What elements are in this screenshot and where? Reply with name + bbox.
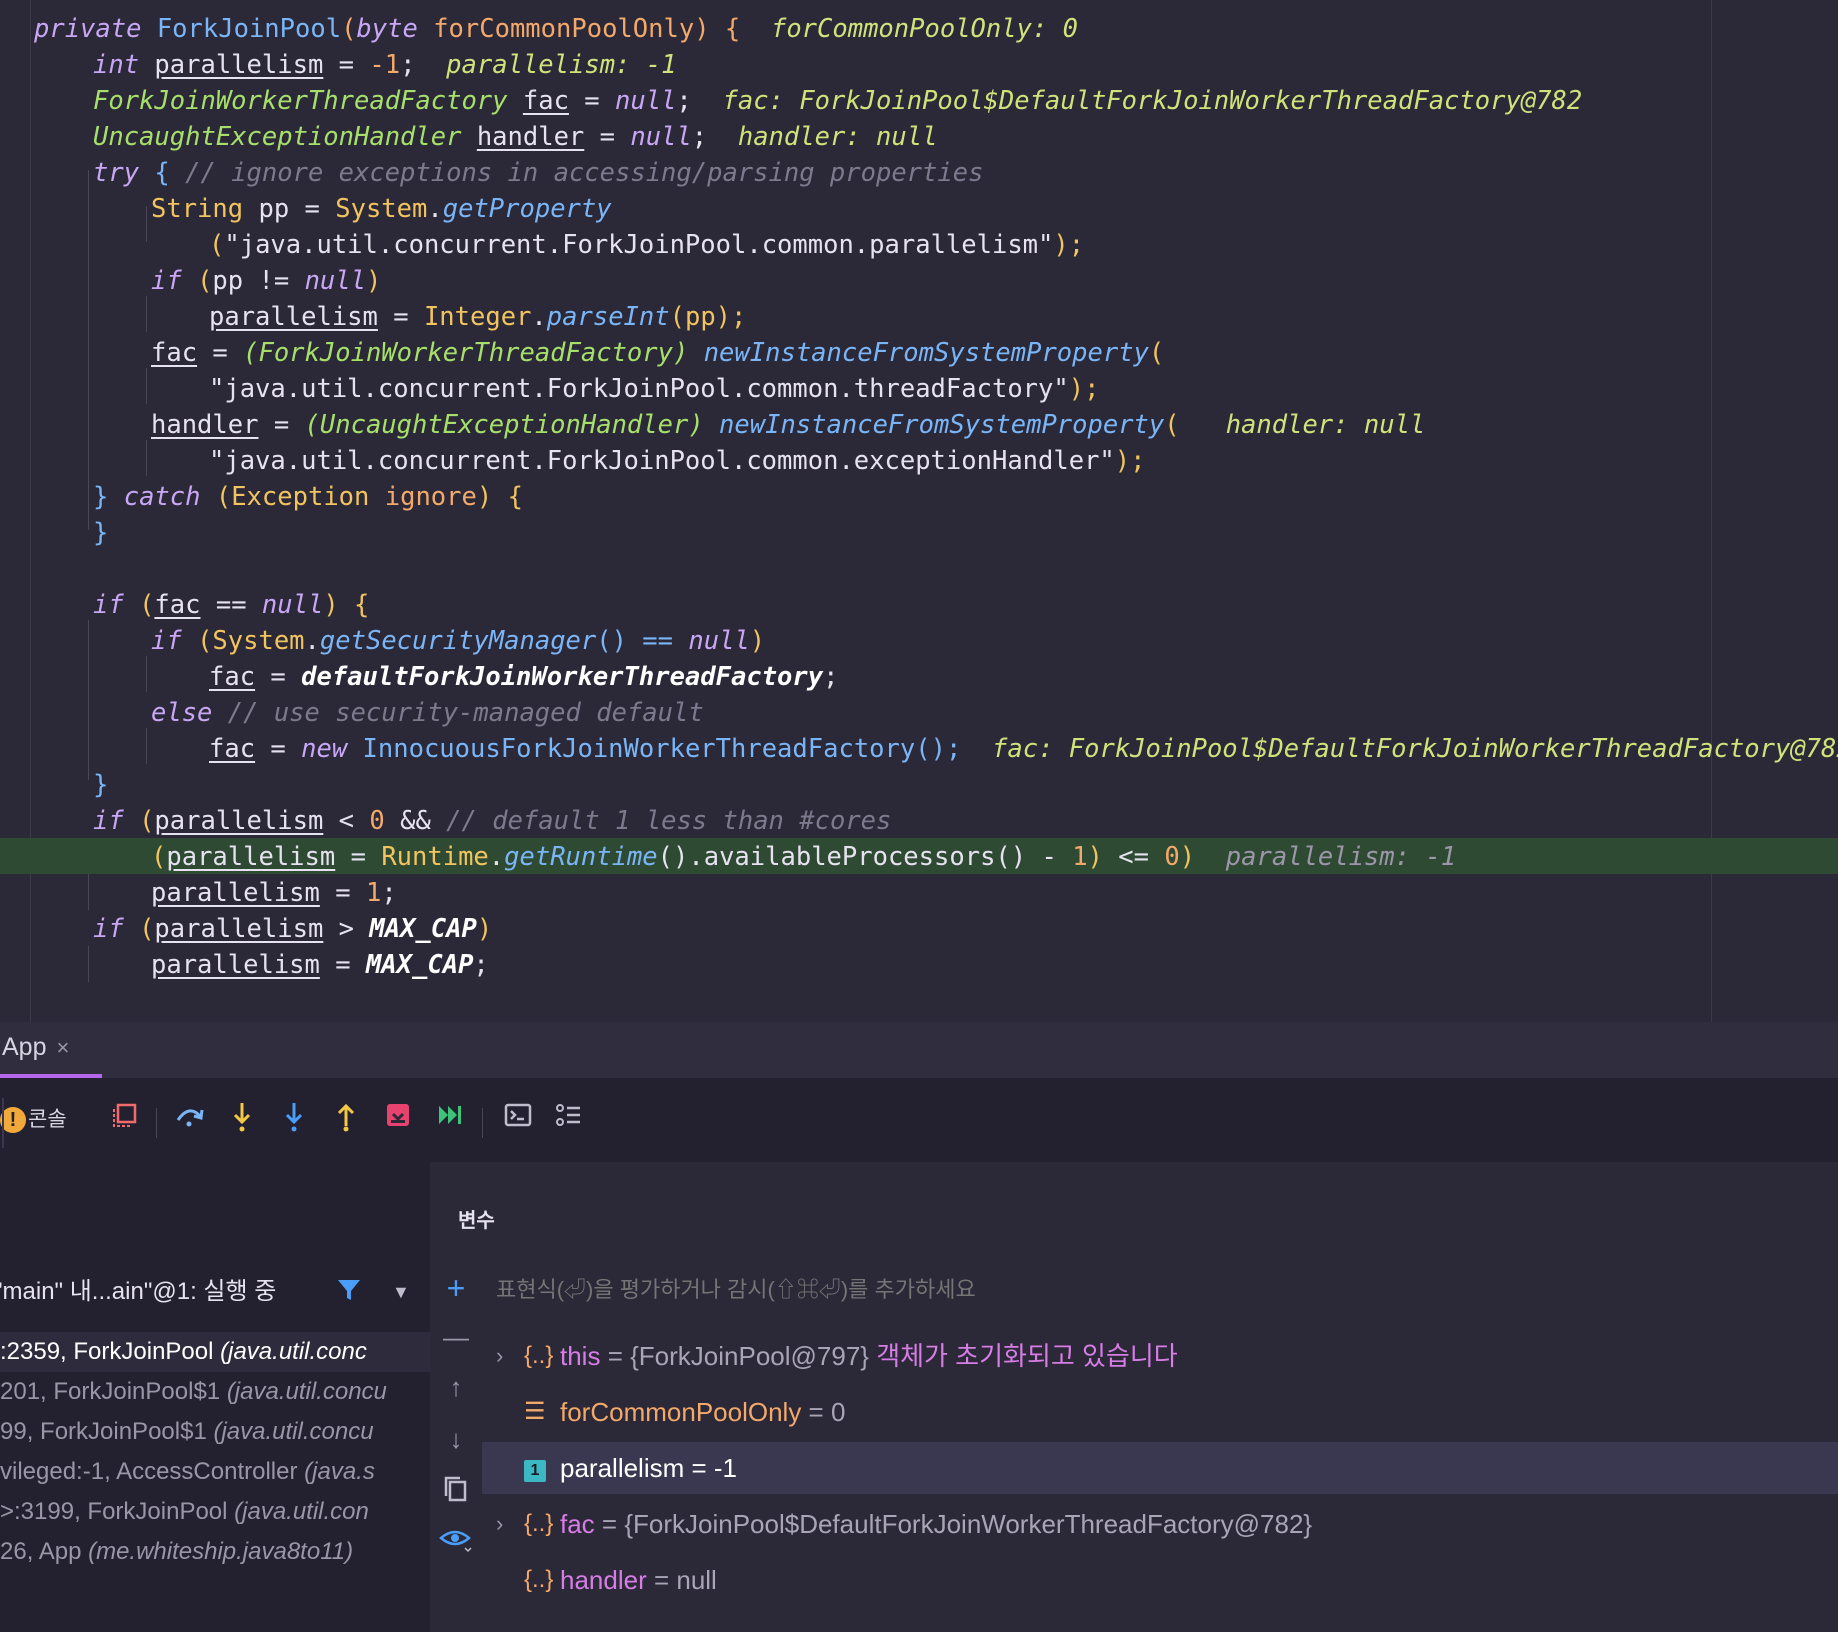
chevron-right-icon[interactable]: › xyxy=(496,1498,503,1550)
code-line-23-current: (parallelism = Runtime.getRuntime().avai… xyxy=(151,842,1457,872)
object-icon: {..} xyxy=(524,1342,554,1369)
code-line-25: if (parallelism > MAX_CAP) xyxy=(93,914,493,944)
variables-title: 변수 xyxy=(458,1210,495,1232)
code-editor[interactable]: private ForkJoinPool(byte forCommonPoolO… xyxy=(0,0,1838,1022)
indent-guide xyxy=(88,874,89,910)
divider xyxy=(482,1108,483,1138)
tab-app[interactable]: App × xyxy=(0,1022,102,1078)
indent-guide xyxy=(146,440,147,476)
primitive-icon: 1 xyxy=(524,1442,546,1494)
inline-value-hint: handler: null xyxy=(1225,410,1426,440)
tab-label: App xyxy=(2,1033,47,1061)
inline-value-hint: parallelism: -1 xyxy=(446,50,677,80)
eye-icon[interactable] xyxy=(430,1524,482,1561)
console-button[interactable]: ! 콘솔 xyxy=(0,1100,70,1140)
arrow-up-icon[interactable]: ↑ xyxy=(430,1372,482,1403)
code-line-8: if (pp != null) xyxy=(151,266,382,296)
threads-list-icon[interactable] xyxy=(550,1100,586,1140)
run-to-cursor-icon[interactable] xyxy=(432,1100,468,1140)
indent-guide xyxy=(88,620,89,780)
inline-value-hint: forCommonPoolOnly: 0 xyxy=(770,14,1079,44)
stack-frame[interactable]: 26, App (me.whiteship.java8to11) xyxy=(0,1532,430,1572)
copy-icon[interactable] xyxy=(430,1474,482,1511)
code-line-24: parallelism = 1; xyxy=(151,878,397,908)
variable-row-forCommonPoolOnly[interactable]: ☰ forCommonPoolOnly = 0 xyxy=(482,1386,1838,1438)
remove-watch-icon[interactable]: — xyxy=(430,1322,482,1353)
variable-row-fac[interactable]: › {..} fac = {ForkJoinPool$DefaultForkJo… xyxy=(482,1498,1838,1550)
code-line-21: } xyxy=(93,770,109,800)
indent-guide xyxy=(146,728,147,764)
variable-row-handler[interactable]: {..} handler = null xyxy=(482,1554,1838,1606)
debug-tool-window: App × ! 콘솔 "main" 내...ain"@1: 실행 중 ▼:23… xyxy=(0,1022,1838,1632)
code-line-13: "java.util.concurrent.ForkJoinPool.commo… xyxy=(209,446,1146,476)
code-line-16: if (fac == null) { xyxy=(93,590,370,620)
drop-frame-icon[interactable] xyxy=(380,1100,416,1140)
stack-frame[interactable]: vileged:-1, AccessController (java.s xyxy=(0,1452,430,1492)
code-line-18: fac = defaultForkJoinWorkerThreadFactory… xyxy=(209,662,839,692)
evaluate-expression-input[interactable] xyxy=(496,1270,1696,1310)
indent-guide xyxy=(88,946,89,982)
divider xyxy=(156,1108,157,1138)
code-line-14: } catch (Exception ignore) { xyxy=(93,482,523,512)
indent-guide xyxy=(146,296,147,332)
code-line-20: fac = new InnocuousForkJoinWorkerThreadF… xyxy=(209,731,1838,767)
code-line-6: String pp = System.getProperty xyxy=(151,194,612,224)
frames-panel: "main" 내...ain"@1: 실행 중 ▼ :2359, ForkJoi… xyxy=(0,1162,430,1632)
code-line-17: if (System.getSecurityManager() == null) xyxy=(151,626,766,656)
code-line-4: UncaughtExceptionHandler handler = null;… xyxy=(93,122,938,152)
force-step-into-icon[interactable] xyxy=(276,1100,312,1140)
inline-value-hint: fac: ForkJoinPool$DefaultForkJoinWorkerT… xyxy=(722,86,1583,116)
code-line-1: private ForkJoinPool(byte forCommonPoolO… xyxy=(34,14,1079,44)
variables-panel: 변수 › {..} this = {ForkJoinPool@797} 객체가 … xyxy=(458,1162,1838,1632)
field-icon: ☰ xyxy=(524,1398,546,1425)
object-icon: {..} xyxy=(524,1566,554,1593)
code-line-3: ForkJoinWorkerThreadFactory fac = null; … xyxy=(93,86,1583,116)
inline-value-hint: parallelism: -1 xyxy=(1225,842,1457,872)
code-line-5: try { // ignore exceptions in accessing/… xyxy=(93,158,984,188)
stack-frame[interactable]: >:3199, ForkJoinPool (java.util.con xyxy=(0,1492,430,1532)
code-line-9: parallelism = Integer.parseInt(pp); xyxy=(209,302,747,332)
arrow-down-icon[interactable]: ↓ xyxy=(430,1424,482,1455)
variable-row-this[interactable]: › {..} this = {ForkJoinPool@797} 객체가 초기화… xyxy=(482,1330,1838,1382)
divider xyxy=(2,1098,4,1148)
code-line-19: else // use security-managed default xyxy=(151,698,704,728)
inline-value-hint: fac: ForkJoinPool$DefaultForkJoinWorkerT… xyxy=(992,734,1838,764)
inline-value-hint: handler: null xyxy=(737,122,938,152)
debug-toolbar: ! 콘솔 xyxy=(0,1078,1838,1162)
evaluate-expression-icon[interactable] xyxy=(500,1100,536,1140)
close-icon[interactable]: × xyxy=(56,1035,69,1060)
stack-frame[interactable]: :2359, ForkJoinPool (java.util.conc xyxy=(0,1332,430,1372)
thread-label: "main" 내...ain"@1: 실행 중 xyxy=(0,1278,277,1305)
object-icon: {..} xyxy=(524,1510,554,1537)
indent-guide xyxy=(146,656,147,692)
thread-selector[interactable]: "main" 내...ain"@1: 실행 중 ▼ xyxy=(0,1272,430,1312)
code-line-10: fac = (ForkJoinWorkerThreadFactory) newI… xyxy=(151,338,1165,368)
code-line-26: parallelism = MAX_CAP; xyxy=(151,950,489,980)
indent-guide xyxy=(88,170,89,530)
variable-row-parallelism[interactable]: 1 parallelism = -1 xyxy=(482,1442,1838,1494)
debug-tab-bar: App × xyxy=(0,1022,1838,1078)
step-over-icon[interactable] xyxy=(172,1100,208,1140)
step-out-icon[interactable] xyxy=(328,1100,364,1140)
code-line-15: } xyxy=(93,518,109,548)
filter-icon[interactable] xyxy=(336,1274,362,1314)
stack-frame[interactable]: 99, ForkJoinPool$1 (java.util.concu xyxy=(0,1412,430,1452)
stack-frame[interactable]: 201, ForkJoinPool$1 (java.util.concu xyxy=(0,1372,430,1412)
code-line-12: handler = (UncaughtExceptionHandler) new… xyxy=(151,410,1426,440)
chevron-down-icon[interactable]: ▼ xyxy=(392,1272,410,1312)
indent-guide xyxy=(146,368,147,404)
console-label: 콘솔 xyxy=(28,1108,67,1131)
indent-guide xyxy=(146,206,147,242)
chevron-right-icon[interactable]: › xyxy=(496,1330,503,1382)
code-line-22: if (parallelism < 0 && // default 1 less… xyxy=(93,806,892,836)
layout-settings-icon[interactable] xyxy=(108,1100,142,1140)
code-line-2: int parallelism = -1; parallelism: -1 xyxy=(93,50,677,80)
code-line-11: "java.util.concurrent.ForkJoinPool.commo… xyxy=(209,374,1100,404)
add-watch-icon[interactable]: + xyxy=(430,1270,482,1307)
step-into-icon[interactable] xyxy=(224,1100,260,1140)
code-line-7: ("java.util.concurrent.ForkJoinPool.comm… xyxy=(209,230,1085,260)
